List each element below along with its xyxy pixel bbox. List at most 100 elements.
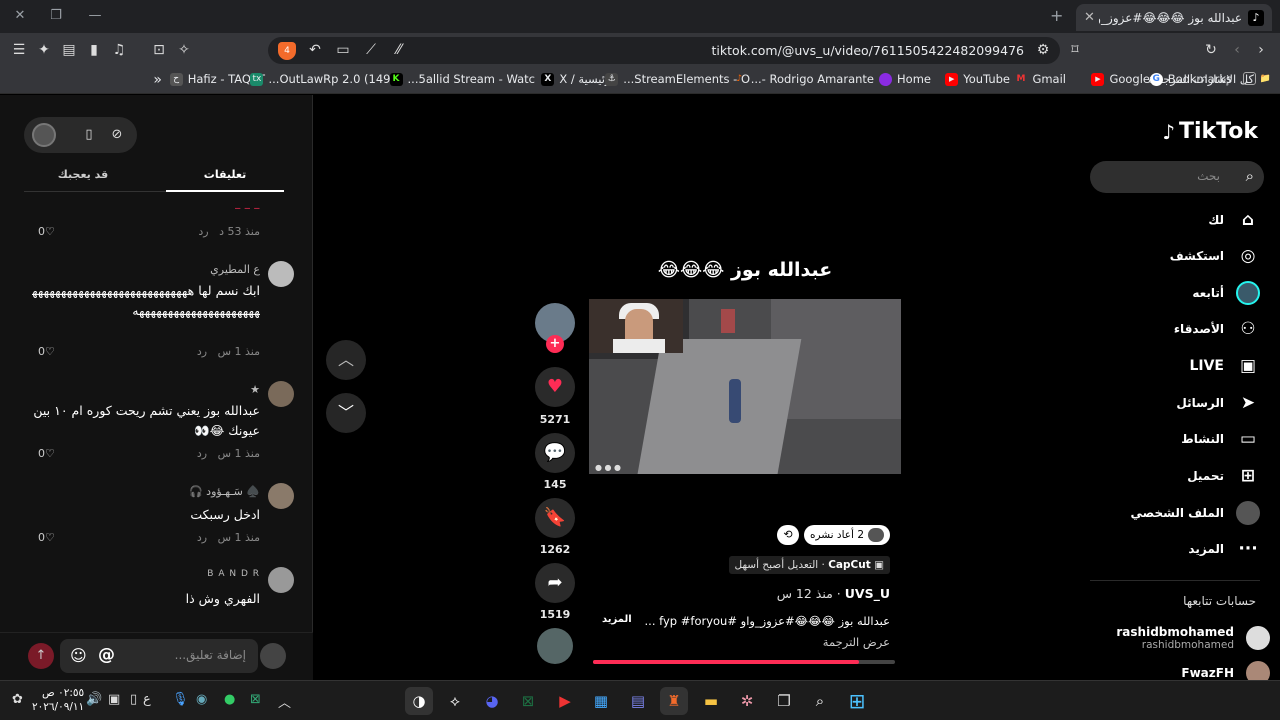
previous-video-button[interactable]: ︿ (326, 340, 366, 380)
comment-like[interactable]: 0♡ (38, 447, 55, 460)
screenshot-icon[interactable]: ⊡ (150, 41, 168, 59)
store-taskbar-icon[interactable]: ▦ (587, 687, 615, 715)
excel-taskbar-icon[interactable]: ⊠ (514, 687, 542, 715)
bookmark-bookmarks[interactable]: Bookmarks G (1140, 72, 1232, 86)
windows-start-icon[interactable]: ⊞ (843, 687, 871, 715)
weather-icon[interactable]: ✿ (12, 692, 23, 707)
menu-icon[interactable]: ☰ (10, 41, 28, 59)
bookmark-youtube[interactable]: YouTube ▶ (945, 72, 1010, 86)
media-player-taskbar-icon[interactable]: ▶ (551, 687, 579, 715)
site-settings-icon[interactable]: ⚙ (1034, 41, 1052, 59)
bookmark-home[interactable]: Home (879, 72, 931, 86)
user-avatar[interactable] (32, 123, 56, 147)
bookmark-outlaw[interactable]: (149) OutLawRp 2.0... tx (250, 72, 395, 86)
bookmark-streamelements[interactable]: StreamElements - O... ⚓ (605, 72, 750, 86)
brave-shield-icon[interactable]: 4 (278, 42, 296, 60)
bookmarks-overflow-icon[interactable]: « (153, 72, 162, 88)
system-clock[interactable]: ٠٢:٥٥ ص ٢٠٢٦/٠٩/١١ (32, 686, 84, 714)
tab-you-may-like[interactable]: قد يعجبك (24, 168, 142, 181)
address-bar[interactable]: 4 ↶ ▭ ⟋ ⁄⁄ tiktok.com/@uvs_u/video/76115… (268, 37, 1060, 64)
author-name[interactable]: UVS_U (845, 586, 890, 601)
save-button[interactable]: 🔖 (535, 498, 575, 538)
reading-sidebar-icon[interactable]: ▮ (85, 41, 103, 59)
comment-like[interactable]: 0♡ (38, 345, 55, 358)
app-taskbar-icon[interactable]: ⟡ (441, 687, 469, 715)
url-text[interactable]: tiktok.com/@uvs_u/video/7611505422482099… (712, 43, 1024, 58)
keyboard-language[interactable]: ع (143, 692, 151, 707)
nav-more[interactable]: ··· المزيد (1188, 537, 1260, 561)
nav-upload[interactable]: ⊞ تحميل (1187, 464, 1260, 488)
browser-tab-active[interactable]: ♪ عبدالله بوز 😂😂😂#عزوز_واو #ل ✕ (1076, 4, 1272, 31)
bookmark-star-icon[interactable]: ⌑ (1066, 41, 1084, 59)
battery-icon[interactable]: ▯ (130, 692, 137, 707)
copilot-taskbar-icon[interactable]: ✲ (733, 687, 761, 715)
reply-button[interactable]: رد (197, 447, 207, 460)
heart-outline-icon[interactable]: ♡ (45, 447, 55, 460)
search-taskbar-icon[interactable]: ⌕ (806, 687, 834, 715)
minimize-window-icon[interactable]: — (83, 6, 107, 26)
bookmark-gmail[interactable]: Gmail M (1014, 72, 1066, 86)
commenter-name[interactable]: ع المطيري (210, 263, 260, 276)
forward-icon[interactable]: ‹ (1228, 41, 1246, 59)
restore-window-icon[interactable]: ❐ (44, 6, 68, 26)
bookmarks-folder-icon[interactable] (1243, 72, 1256, 85)
tray-green-icon[interactable]: ● (224, 692, 235, 707)
microphone-icon[interactable]: 🎙 (172, 692, 189, 707)
mention-icon[interactable]: @ (98, 645, 115, 665)
video-player[interactable]: ● ● ● (589, 299, 901, 474)
device-icon[interactable]: ▯ (80, 126, 98, 144)
tiktok-logo[interactable]: ♪ TikTok (1162, 119, 1258, 144)
comment-like[interactable]: 0♡ (38, 225, 55, 238)
script-icon[interactable]: ⁄⁄ (390, 41, 408, 59)
sidebar-panel-icon[interactable]: ▤ (60, 41, 78, 59)
nav-following[interactable]: أتابعه (1192, 281, 1260, 305)
commenter-name[interactable]: ♠️ سَـهـؤود 🎧 (189, 485, 260, 498)
back-arrow-icon[interactable]: ↶ (306, 41, 324, 59)
compass-icon[interactable]: ⊘ (108, 126, 126, 144)
reply-button[interactable]: رد (197, 345, 207, 358)
media-icon[interactable]: ♫ (110, 41, 128, 59)
nav-profile[interactable]: الملف الشخصي (1131, 501, 1260, 525)
heart-outline-icon[interactable]: ♡ (45, 345, 55, 358)
search-input[interactable]: ⌕ بحث (1090, 161, 1264, 193)
tab-comments[interactable]: تعليقات (166, 168, 284, 181)
commenter-avatar[interactable] (268, 483, 294, 509)
send-arrow-icon[interactable]: ↑ (28, 643, 54, 669)
steam-icon[interactable]: ◉ (196, 692, 207, 707)
tab-icon[interactable]: ▭ (334, 41, 352, 59)
discord-taskbar-icon[interactable]: ◕ (478, 687, 506, 715)
commenter-name[interactable]: B A N D R (207, 569, 260, 579)
next-video-button[interactable]: ﹀ (326, 393, 366, 433)
video-progress-bar[interactable] (593, 660, 895, 664)
nav-messages[interactable]: ➤ الرسائل (1176, 391, 1260, 415)
repost-indicator[interactable]: 2 أعاد نشره (803, 525, 890, 545)
follow-plus-icon[interactable]: + (546, 335, 564, 353)
network-icon[interactable]: ▣ (108, 692, 120, 707)
reply-button[interactable]: رد (198, 225, 208, 238)
following-account[interactable]: rashidbmohamed rashidbmohamed (1116, 625, 1270, 651)
obs-taskbar-icon[interactable]: ◑ (405, 687, 433, 715)
share-button[interactable]: ➦ (535, 563, 575, 603)
more-link[interactable]: المزيد (602, 614, 632, 625)
new-tab-icon[interactable]: + (1050, 6, 1063, 25)
bookmark-rodrigo[interactable]: Rodrigo Amarante -... ♪ (733, 72, 874, 86)
teams-taskbar-icon[interactable]: ▤ (624, 687, 652, 715)
commenter-avatar[interactable] (268, 567, 294, 593)
nav-live[interactable]: ▣ LIVE (1189, 354, 1260, 378)
like-button[interactable]: ♥ (535, 367, 575, 407)
brave-taskbar-icon[interactable]: ♜ (660, 687, 688, 715)
nav-for-you[interactable]: ⌂ لك (1208, 208, 1260, 232)
tray-app-icon[interactable]: ⊠ (250, 692, 261, 707)
show-translation-link[interactable]: عرض الترجمة (823, 635, 890, 649)
commenter-avatar[interactable] (268, 381, 294, 407)
extension-puzzle-icon[interactable]: ✧ (175, 41, 193, 59)
commenter-avatar[interactable] (268, 261, 294, 287)
translate-icon[interactable]: ⟋ (362, 41, 380, 59)
heart-outline-icon[interactable]: ♡ (45, 531, 55, 544)
comment-button[interactable]: 💬 (535, 433, 575, 473)
tab-close-icon[interactable]: ✕ (1084, 10, 1095, 25)
comment-input[interactable]: إضافة تعليق... @ ☺ (60, 639, 258, 673)
nav-friends[interactable]: ⚇ الأصدقاء (1174, 317, 1260, 341)
reload-icon[interactable]: ↻ (1202, 41, 1220, 59)
reply-button[interactable]: رد (197, 531, 207, 544)
